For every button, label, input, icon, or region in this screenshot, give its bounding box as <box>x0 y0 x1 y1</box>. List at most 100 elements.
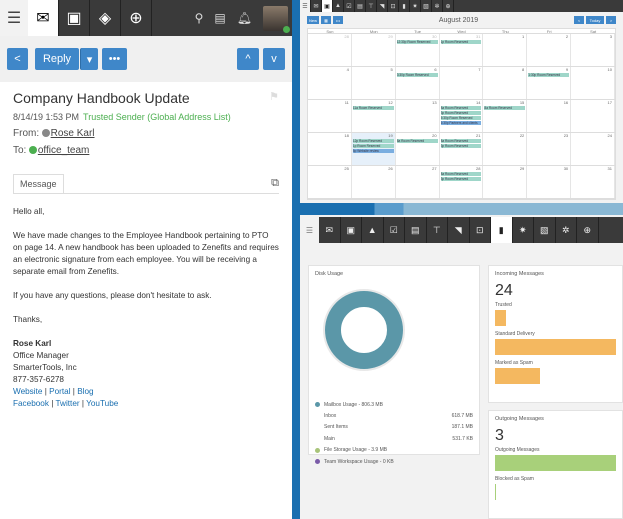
sitemap-icon[interactable]: ⊤ <box>426 217 448 243</box>
layers-icon[interactable]: ◈ <box>90 0 121 36</box>
day-cell[interactable]: 14 8a Room Reserved 3p Room Reserved 5:30p … <box>440 100 484 132</box>
calendar-event[interactable]: 1p Room Reserved <box>352 144 394 148</box>
twitter-link[interactable]: Twitter <box>56 399 80 408</box>
sitemap-icon[interactable]: ⊤ <box>366 0 377 12</box>
day-cell[interactable]: 12 11a Room Reserved <box>352 100 396 132</box>
calendar-event[interactable]: 5:30p Room Reserved <box>440 116 482 120</box>
reply-dropdown-icon[interactable]: ▾ <box>80 48 98 70</box>
notes-icon[interactable]: ▤ <box>355 0 366 12</box>
gears-icon[interactable]: ✲ <box>432 0 443 12</box>
day-cell[interactable]: 13 <box>396 100 440 132</box>
reports-icon[interactable]: ▧ <box>534 217 556 243</box>
tasks-icon[interactable]: ☑ <box>383 217 405 243</box>
day-cell[interactable]: 2 <box>527 34 572 66</box>
day-cell[interactable]: 6 3:30p Room Reserved <box>396 67 440 99</box>
inbox-icon[interactable]: ⊡ <box>469 217 491 243</box>
flag-icon[interactable]: ⚑ <box>269 90 279 106</box>
day-cell[interactable]: 26 <box>352 166 396 198</box>
website-link[interactable]: Website <box>13 387 42 396</box>
calendar-event[interactable]: 3p Room Reserved <box>440 177 482 181</box>
calendar-icon[interactable]: ▣ <box>59 0 90 36</box>
day-cell[interactable]: 29 <box>352 34 396 66</box>
day-cell[interactable]: 11 <box>308 100 352 132</box>
day-cell[interactable]: 23 <box>527 133 572 165</box>
day-cell[interactable]: 5 <box>352 67 396 99</box>
calendar-event[interactable]: 3p Room Reserved <box>440 144 482 148</box>
popout-icon[interactable]: ⧉ <box>271 177 279 193</box>
calendar-event[interactable]: 6:30p Partners and clients <box>440 121 482 125</box>
chat-icon[interactable]: ▤ <box>214 11 225 25</box>
sender-link[interactable]: Rose Karl <box>51 128 95 139</box>
contacts-icon[interactable]: ▲ <box>362 217 384 243</box>
tab-message[interactable]: Message <box>13 174 64 193</box>
day-cell[interactable]: 31 1p Room Reserved <box>440 34 484 66</box>
day-cell[interactable]: 15 8a Room Reserved <box>483 100 528 132</box>
calendar-picker-icon[interactable]: ▦ <box>321 16 332 24</box>
rss-icon[interactable]: ◥ <box>448 217 470 243</box>
calendar-event[interactable]: 12p Room Reserved <box>352 139 394 143</box>
day-cell[interactable]: 7 <box>440 67 484 99</box>
today-button[interactable]: Today <box>586 16 604 24</box>
calendar-event[interactable]: 12:30p Room Reserved <box>396 40 438 44</box>
recipient-link[interactable]: office_team <box>38 145 90 156</box>
hamburger-icon[interactable]: ☰ <box>300 0 311 12</box>
add-icon[interactable]: ⊕ <box>577 217 599 243</box>
day-cell[interactable]: 19 12p Room Reserved 1p Room Reserved 5p We… <box>351 133 396 165</box>
mail-icon[interactable]: ✉ <box>28 0 59 36</box>
reply-button[interactable]: Reply <box>35 48 79 70</box>
back-button[interactable]: < <box>7 48 28 70</box>
previous-message-button[interactable]: ^ <box>237 48 259 70</box>
calendar-event[interactable]: 1:30p Room Reserved <box>528 73 570 77</box>
next-month-button[interactable]: > <box>606 16 616 24</box>
day-cell[interactable]: 1 <box>483 34 528 66</box>
facebook-link[interactable]: Facebook <box>13 399 49 408</box>
next-message-button[interactable]: v <box>263 48 285 70</box>
mail-icon[interactable]: ✉ <box>311 0 322 12</box>
calendar-event[interactable]: 8a Room Reserved <box>396 139 438 143</box>
tasks-icon[interactable]: ☑ <box>344 0 355 12</box>
calendar-icon[interactable]: ▣ <box>340 217 362 243</box>
day-cell[interactable]: 20 8a Room Reserved <box>396 133 440 165</box>
day-cell[interactable]: 17 <box>571 100 615 132</box>
day-cell[interactable]: 22 <box>483 133 528 165</box>
hamburger-icon[interactable]: ☰ <box>0 0 28 36</box>
mail-icon[interactable]: ✉ <box>319 217 341 243</box>
day-cell[interactable]: 10 <box>571 67 615 99</box>
calendar-event[interactable]: 3:30p Room Reserved <box>396 73 438 77</box>
day-cell[interactable]: 16 <box>527 100 572 132</box>
calendar-event[interactable]: 3p Room Reserved <box>440 111 482 115</box>
chart-icon[interactable]: ▮ <box>399 0 410 12</box>
day-cell[interactable]: 28 <box>308 34 352 66</box>
prev-month-button[interactable]: < <box>574 16 584 24</box>
calendar-event[interactable]: 8a Room Reserved <box>440 172 482 176</box>
search-icon[interactable]: ⚲ <box>195 11 204 25</box>
inbox-icon[interactable]: ⊡ <box>388 0 399 12</box>
calendar-event[interactable]: 11a Room Reserved <box>352 106 394 110</box>
day-cell[interactable]: 9 1:30p Room Reserved <box>527 67 572 99</box>
day-cell[interactable]: 31 <box>571 166 615 198</box>
more-button[interactable]: ••• <box>102 48 127 70</box>
day-cell[interactable]: 30 <box>527 166 572 198</box>
notes-icon[interactable]: ▤ <box>405 217 427 243</box>
day-cell[interactable]: 25 <box>308 166 352 198</box>
day-cell[interactable]: 28 8a Room Reserved 3p Room Reserved <box>440 166 484 198</box>
gears-icon[interactable]: ✲ <box>555 217 577 243</box>
blog-link[interactable]: Blog <box>77 387 93 396</box>
settings-icon[interactable]: ✷ <box>410 0 421 12</box>
calendar-event[interactable]: 8a Room Reserved <box>440 139 482 143</box>
avatar[interactable] <box>263 5 290 33</box>
add-icon[interactable]: ⊕ <box>121 0 152 36</box>
add-icon[interactable]: ⊕ <box>443 0 454 12</box>
hamburger-icon[interactable]: ☰ <box>300 217 319 243</box>
new-event-button[interactable]: New <box>307 16 320 24</box>
calendar-icon[interactable]: ▣ <box>322 0 333 12</box>
youtube-link[interactable]: YouTube <box>86 399 118 408</box>
chart-icon[interactable]: ▮ <box>491 217 513 243</box>
settings-icon[interactable]: ✷ <box>512 217 534 243</box>
day-cell[interactable]: 4 <box>308 67 352 99</box>
bell-icon[interactable]: 🔔︎ <box>237 11 252 25</box>
day-cell[interactable]: 21 8a Room Reserved 3p Room Reserved <box>440 133 484 165</box>
calendar-event[interactable]: 8a Room Reserved <box>484 106 526 110</box>
day-cell[interactable]: 8 <box>483 67 528 99</box>
day-cell[interactable]: 30 12:30p Room Reserved <box>396 34 440 66</box>
